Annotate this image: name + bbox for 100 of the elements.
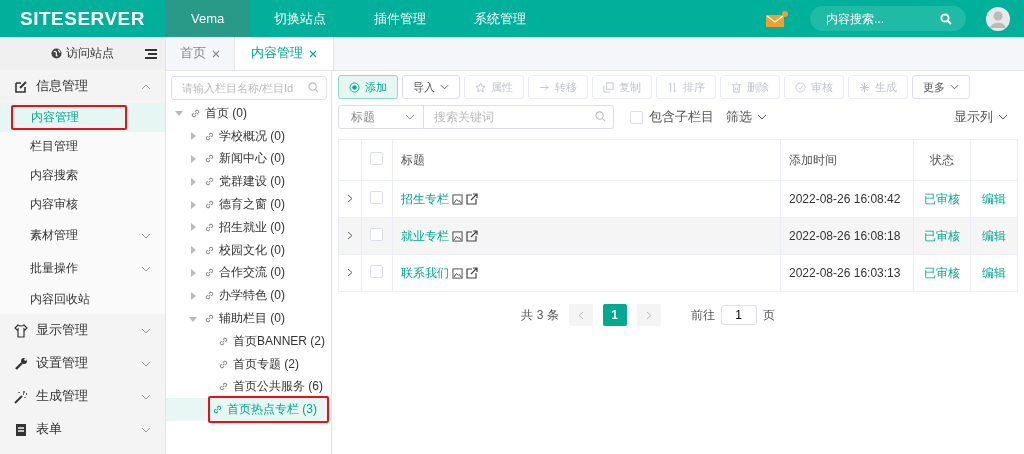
- total-count: 共 3 条: [521, 306, 559, 324]
- link-icon: [190, 107, 201, 119]
- caret-icon[interactable]: [188, 290, 198, 301]
- form-icon: [14, 422, 28, 437]
- menu-icon[interactable]: [145, 49, 157, 59]
- chevron-icon: [141, 360, 151, 367]
- search-icon: [308, 82, 319, 93]
- expand-icon[interactable]: [347, 231, 353, 240]
- table-cell: 2022-08-26 16:03:13: [780, 254, 914, 292]
- checkbox[interactable]: [370, 191, 383, 204]
- trash-icon: [731, 81, 742, 93]
- prev-page-button[interactable]: [568, 304, 593, 326]
- sidebar-group[interactable]: 显示管理: [0, 314, 165, 347]
- edit-icon: [14, 79, 28, 94]
- image-icon[interactable]: [452, 230, 463, 242]
- tree-node[interactable]: 合作交流 (0): [202, 263, 287, 283]
- checkbox[interactable]: [370, 228, 383, 241]
- checkbox-label[interactable]: 包含子栏目: [649, 108, 714, 126]
- search-icon: [940, 12, 952, 25]
- caret-icon[interactable]: [188, 245, 198, 256]
- tree-node[interactable]: 首页BANNER (2): [216, 331, 327, 351]
- tree-node[interactable]: 首页专题 (2): [216, 354, 301, 374]
- check-circle-icon: [795, 81, 806, 93]
- table-cell: 2022-08-26 16:08:42: [780, 180, 914, 218]
- tree-node[interactable]: 办学特色 (0): [202, 286, 287, 306]
- caret-icon[interactable]: [188, 131, 198, 142]
- sidebar-group[interactable]: 表单: [0, 413, 165, 446]
- copy-icon: [603, 81, 614, 93]
- external-link-icon[interactable]: [466, 193, 478, 205]
- columns-dropdown[interactable]: 显示列: [954, 108, 1008, 126]
- sidebar-group[interactable]: 信息管理: [0, 70, 165, 103]
- caret-icon[interactable]: [188, 154, 198, 164]
- chevron-icon: [141, 83, 151, 90]
- toolbar-button[interactable]: 更多: [912, 75, 970, 99]
- checkbox[interactable]: [370, 265, 383, 278]
- next-page-button[interactable]: [636, 304, 661, 326]
- page-suffix: 页: [762, 306, 775, 324]
- image-icon[interactable]: [452, 193, 463, 205]
- field-select[interactable]: 标题: [338, 105, 424, 129]
- chevron-icon: [998, 114, 1008, 120]
- logo: SITESERVER: [19, 7, 146, 30]
- plus-circle-icon: [349, 81, 360, 93]
- link-icon: [204, 290, 215, 302]
- sort-icon: [667, 81, 678, 93]
- tree-node[interactable]: 校园文化 (0): [202, 240, 287, 260]
- chevron-icon: [141, 426, 151, 433]
- caret-icon[interactable]: [188, 199, 198, 210]
- page-number-field[interactable]: 1: [720, 305, 757, 325]
- chevron-icon: [141, 327, 151, 334]
- search-icon: [595, 111, 606, 122]
- mail-icon[interactable]: [766, 10, 788, 27]
- link-icon: [204, 153, 215, 165]
- link-icon: [218, 335, 229, 347]
- tree-node[interactable]: 招生就业 (0): [202, 217, 287, 237]
- tree-node[interactable]: 党群建设 (0): [202, 172, 287, 192]
- close-icon[interactable]: [212, 49, 220, 58]
- tree-node[interactable]: 首页公共服务 (6): [216, 377, 325, 397]
- tree-node[interactable]: 首页 (0): [188, 103, 249, 123]
- external-link-icon[interactable]: [466, 267, 478, 279]
- link-icon: [204, 176, 215, 188]
- caret-icon[interactable]: [188, 222, 198, 233]
- checkbox[interactable]: [370, 152, 383, 165]
- sidebar-group[interactable]: 设置管理: [0, 347, 165, 380]
- visit-site-link[interactable]: 访问站点: [51, 45, 114, 62]
- close-icon[interactable]: [309, 49, 317, 58]
- column-header: 状态: [913, 139, 971, 181]
- link-icon: [204, 313, 215, 325]
- expand-icon[interactable]: [347, 268, 353, 277]
- caret-icon[interactable]: [188, 267, 198, 278]
- tree-node[interactable]: 新闻中心 (0): [202, 149, 287, 169]
- image-icon[interactable]: [452, 267, 463, 279]
- filter-dropdown[interactable]: 筛选: [726, 108, 767, 126]
- link-icon: [204, 130, 215, 142]
- wrench-icon: [14, 356, 28, 371]
- tree-node[interactable]: 辅助栏目 (0): [202, 309, 287, 329]
- globe-icon: [51, 48, 62, 59]
- caret-icon[interactable]: [188, 176, 198, 187]
- chevron-icon: [405, 114, 415, 120]
- tree-search-field[interactable]: 请输入栏目名称/栏目Id: [171, 76, 327, 100]
- link-icon: [204, 199, 215, 211]
- checkbox[interactable]: [630, 110, 643, 124]
- link-icon: [212, 404, 223, 416]
- column-header: 标题: [392, 139, 781, 181]
- link-icon: [204, 267, 215, 279]
- shirt-icon: [14, 323, 28, 338]
- avatar-icon[interactable]: [986, 6, 1010, 31]
- sidebar-group[interactable]: 生成管理: [0, 380, 165, 413]
- link-icon: [218, 358, 229, 370]
- tree-node[interactable]: 德育之窗 (0): [202, 195, 287, 215]
- goto-label: 前往: [690, 306, 715, 324]
- keyword-field[interactable]: 搜索关键词: [424, 105, 614, 129]
- search-field[interactable]: 内容搜索...: [810, 6, 966, 31]
- chevron-icon: [141, 393, 151, 400]
- expand-icon[interactable]: [347, 194, 353, 203]
- sparkle-icon: [859, 81, 870, 93]
- page-tab[interactable]: 首页: [180, 37, 206, 70]
- external-link-icon[interactable]: [466, 230, 478, 242]
- tree-node[interactable]: 学校概况 (0): [202, 126, 287, 146]
- toolbar-button[interactable]: 导入: [402, 75, 460, 99]
- chevron-right-icon: [645, 310, 652, 320]
